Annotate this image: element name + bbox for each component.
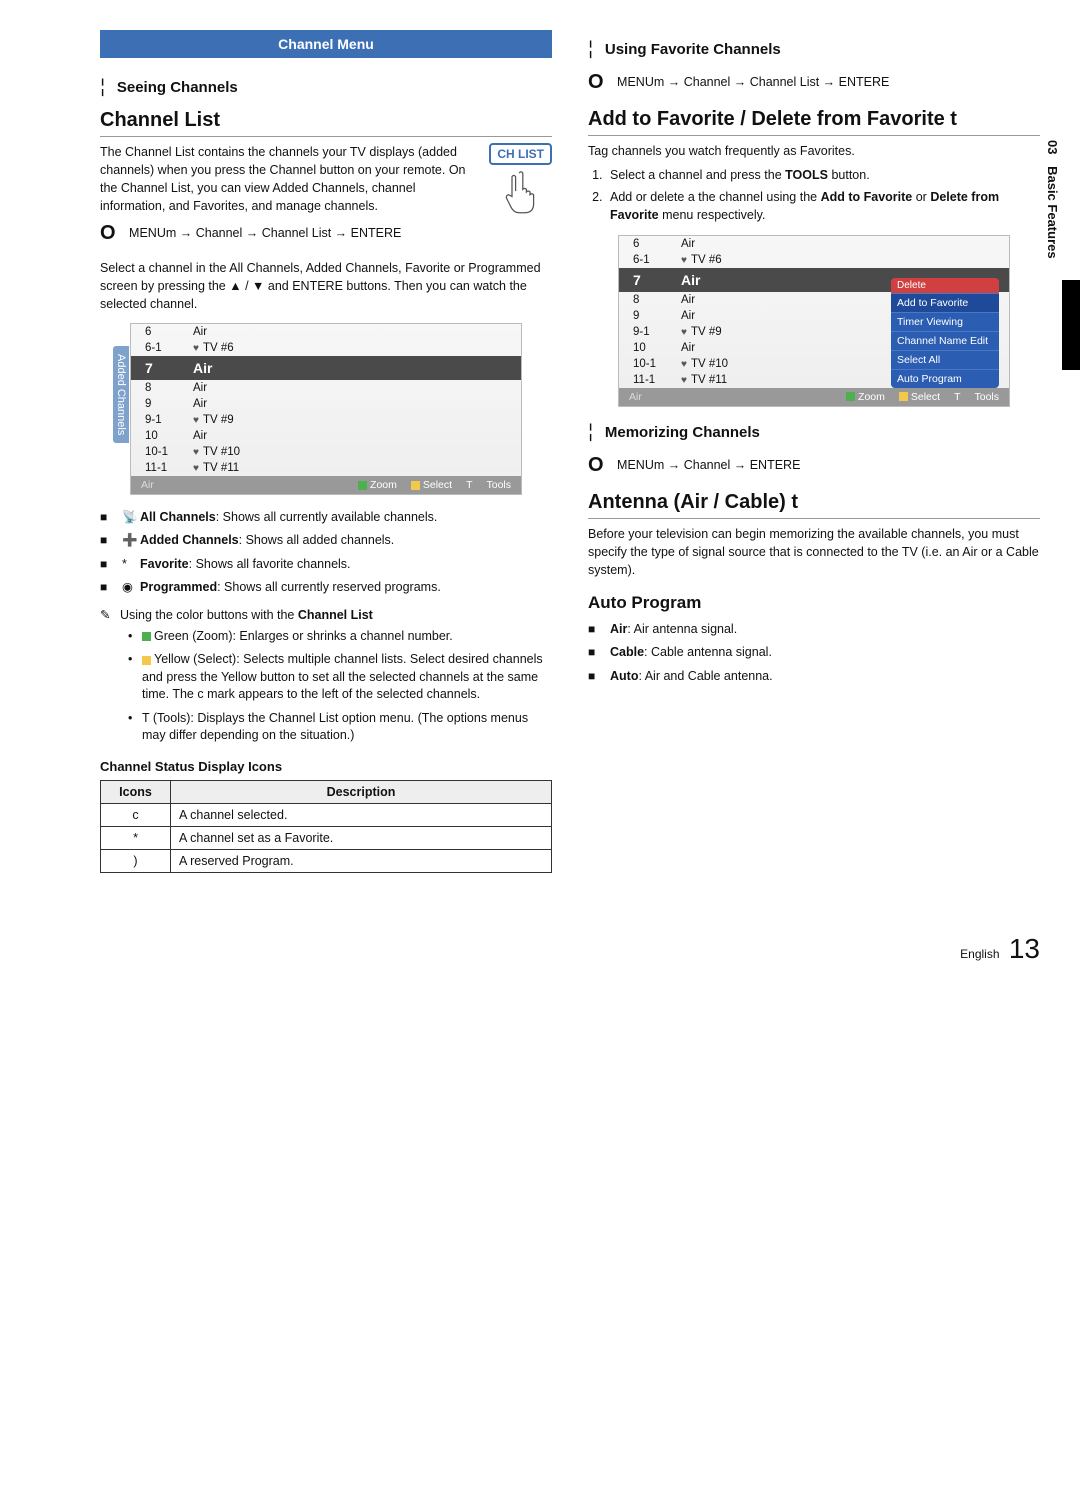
color-button-actions: Green (Zoom): Enlarges or shrinks a chan… <box>100 628 552 745</box>
menu-path-memorize: O MENUm → Channel → ENTERE <box>588 454 1040 477</box>
add-favorite-title: Add to Favorite / Delete from Favorite t <box>588 108 1040 136</box>
channel-row: 10Air <box>131 428 521 444</box>
pencil-icon: ✎ <box>100 608 110 622</box>
channel-row: 6Air <box>619 236 1009 252</box>
side-tab: 03 Basic Features <box>1045 140 1060 259</box>
channel-row: 9-1♥TV #9 <box>131 412 521 428</box>
channel-row: 8Air <box>131 380 521 396</box>
footer-source: Air <box>141 479 154 491</box>
using-favorite-label: Using Favorite Channels <box>605 41 781 58</box>
antenna-title: Antenna (Air / Cable) t <box>588 491 1040 519</box>
tv-footer: Air Zoom Select T Tools <box>131 476 521 494</box>
channel-row: 11-1♥TV #11 <box>131 460 521 476</box>
sub-marker: ¦ <box>100 76 105 96</box>
color-action-item: Green (Zoom): Enlarges or shrinks a chan… <box>128 628 552 646</box>
step-item: Select a channel and press the TOOLS but… <box>606 166 1040 184</box>
table-row: *A channel set as a Favorite. <box>101 826 552 849</box>
status-icons-heading: Channel Status Display Icons <box>100 759 552 774</box>
page-number: English 13 <box>0 933 1080 965</box>
side-section-label: Basic Features <box>1045 166 1060 259</box>
ctx-item: Auto Program <box>891 369 999 388</box>
hand-pointer-icon <box>503 169 539 215</box>
added-channels-tab: Added Channels <box>113 346 129 443</box>
channel-row: 10-1♥TV #10 <box>131 444 521 460</box>
ctx-item: Timer Viewing <box>891 312 999 331</box>
ctx-item: Add to Favorite <box>891 293 999 312</box>
auto-program-title: Auto Program <box>588 593 1040 613</box>
color-action-item: T (Tools): Displays the Channel List opt… <box>128 710 552 745</box>
auto-item: Auto: Air and Cable antenna. <box>588 668 1040 686</box>
table-row: )A reserved Program. <box>101 849 552 872</box>
memorizing-sub: ¦ Memorizing Channels <box>588 421 1040 442</box>
status-icons-table: Icons Description cA channel selected.*A… <box>100 780 552 873</box>
menu-icon-O: O <box>588 71 604 94</box>
channel-row: 6-1♥TV #6 <box>131 340 521 356</box>
menu-icon-O: O <box>100 222 116 245</box>
color-buttons-note: ✎ Using the color buttons with the Chann… <box>100 607 552 622</box>
using-favorite-sub: ¦ Using Favorite Channels <box>588 38 1040 59</box>
select-channel-text: Select a channel in the All Channels, Ad… <box>100 259 552 313</box>
channel-list-screenshot: Added Channels 6Air6-1♥TV #67Air8Air9Air… <box>130 323 522 495</box>
th-icons: Icons <box>101 780 171 803</box>
note-text: Using the color buttons with the Channel… <box>120 608 373 622</box>
tag-favorites-intro: Tag channels you watch frequently as Fav… <box>588 142 1040 160</box>
page-num: 13 <box>1009 933 1040 964</box>
footer-select: Select <box>411 479 452 491</box>
channel-list-title: Channel List <box>100 109 552 137</box>
footer-source: Air <box>629 391 642 403</box>
channel-row: 6Air <box>131 324 521 340</box>
color-action-item: Yellow (Select): Selects multiple channe… <box>128 651 552 704</box>
menu-path-text: MENUm → Channel → ENTERE <box>617 457 800 471</box>
th-desc: Description <box>171 780 552 803</box>
category-item: ➕Added Channels: Shows all added channel… <box>100 532 552 550</box>
menu-path-text: MENUm → Channel → Channel List → ENTERE <box>617 75 889 89</box>
chlist-remote-icon: CH LIST <box>489 143 552 215</box>
tv-footer: Air Zoom Select T Tools <box>619 388 1009 406</box>
category-item: ◉Programmed: Shows all currently reserve… <box>100 579 552 597</box>
auto-item: Air: Air antenna signal. <box>588 621 1040 639</box>
ctx-item: Channel Name Edit <box>891 331 999 350</box>
footer-t: T <box>466 479 472 491</box>
footer-zoom: Zoom <box>358 479 397 491</box>
footer-tools: Tools <box>486 479 511 491</box>
seeing-channels-sub: ¦ Seeing Channels <box>100 76 552 97</box>
channel-categories-list: 📡All Channels: Shows all currently avail… <box>100 509 552 597</box>
favorite-menu-screenshot: 6Air6-1♥TV #67Air8Air9Air9-1♥TV #910Air1… <box>618 235 1010 407</box>
channel-row: 6-1♥TV #6 <box>619 252 1009 268</box>
footer-select: Select <box>899 391 940 403</box>
channel-row: 7Air <box>131 356 521 380</box>
auto-item: Cable: Cable antenna signal. <box>588 644 1040 662</box>
auto-program-list: Air: Air antenna signal. Cable: Cable ant… <box>588 621 1040 686</box>
ctx-header: Delete <box>891 278 999 293</box>
sub-marker: ¦ <box>588 38 593 58</box>
context-menu: Delete Add to FavoriteTimer ViewingChann… <box>891 278 999 388</box>
chlist-box-label: CH LIST <box>489 143 552 165</box>
channel-menu-header: Channel Menu <box>100 30 552 58</box>
category-item: 📡All Channels: Shows all currently avail… <box>100 509 552 527</box>
menu-path-favorite: O MENUm → Channel → Channel List → ENTER… <box>588 71 1040 94</box>
channel-row: 9Air <box>131 396 521 412</box>
menu-path-channel-list: O MENUm → Channel → Channel List → ENTER… <box>100 222 552 245</box>
ctx-item: Select All <box>891 350 999 369</box>
seeing-channels-label: Seeing Channels <box>117 79 238 96</box>
thumb-index-bar <box>1062 280 1080 370</box>
step-item: Add or delete a the channel using the Ad… <box>606 188 1040 224</box>
page-lang: English <box>960 947 999 961</box>
favorite-steps: Select a channel and press the TOOLS but… <box>588 166 1040 224</box>
sub-marker: ¦ <box>588 421 593 441</box>
table-row: cA channel selected. <box>101 803 552 826</box>
footer-tools: Tools <box>974 391 999 403</box>
memorizing-label: Memorizing Channels <box>605 424 760 441</box>
menu-path-text: MENUm → Channel → Channel List → ENTERE <box>129 225 401 239</box>
channel-list-intro: The Channel List contains the channels y… <box>100 143 552 216</box>
footer-t: T <box>954 391 960 403</box>
antenna-text: Before your television can begin memoriz… <box>588 525 1040 579</box>
category-item: *Favorite: Shows all favorite channels. <box>100 556 552 574</box>
menu-icon-O: O <box>588 454 604 477</box>
footer-zoom: Zoom <box>846 391 885 403</box>
side-section-num: 03 <box>1045 140 1060 154</box>
